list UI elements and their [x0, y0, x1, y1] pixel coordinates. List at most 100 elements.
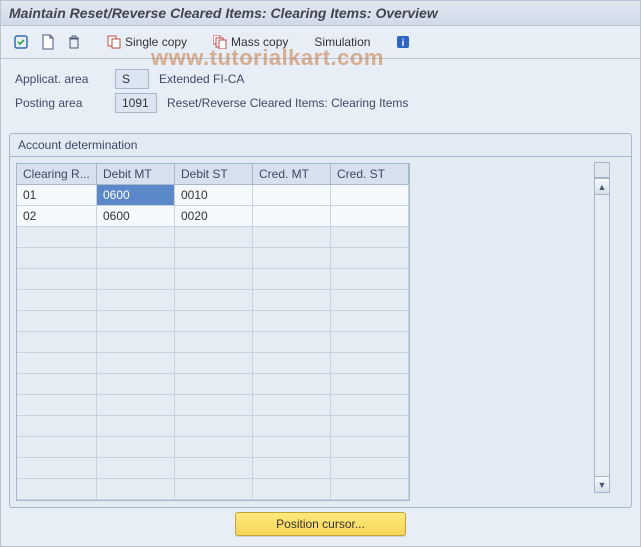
table-cell[interactable] — [17, 479, 97, 500]
table-cell[interactable] — [331, 437, 409, 458]
table-cell[interactable] — [331, 374, 409, 395]
table-cell[interactable] — [175, 227, 253, 248]
table-cell[interactable]: 0010 — [175, 185, 253, 206]
table-cell[interactable] — [253, 248, 331, 269]
table-cell[interactable] — [253, 311, 331, 332]
posting-area-field[interactable]: 1091 — [115, 93, 157, 113]
table-cell[interactable] — [17, 290, 97, 311]
table-cell[interactable] — [175, 311, 253, 332]
table-cell[interactable] — [331, 395, 409, 416]
col-cred-mt[interactable]: Cred. MT — [253, 164, 331, 185]
table-cell[interactable] — [97, 353, 175, 374]
info-icon[interactable]: i — [392, 33, 414, 51]
table-cell[interactable] — [175, 248, 253, 269]
table-cell[interactable]: 02 — [17, 206, 97, 227]
table-cell[interactable] — [331, 185, 409, 206]
table-cell[interactable] — [17, 395, 97, 416]
vertical-scrollbar[interactable]: ▲ ▼ — [594, 178, 610, 493]
table-cell[interactable] — [97, 416, 175, 437]
table-cell[interactable] — [97, 227, 175, 248]
table-cell[interactable] — [17, 269, 97, 290]
table-cell[interactable] — [17, 437, 97, 458]
table-cell[interactable] — [175, 395, 253, 416]
table-cell[interactable] — [97, 248, 175, 269]
table-cell[interactable] — [253, 374, 331, 395]
table-cell[interactable] — [253, 353, 331, 374]
table-cell[interactable] — [97, 437, 175, 458]
table-cell[interactable] — [175, 332, 253, 353]
table-cell[interactable] — [253, 290, 331, 311]
table-row[interactable] — [17, 416, 409, 437]
table-cell[interactable] — [331, 332, 409, 353]
table-row[interactable] — [17, 395, 409, 416]
table-cell[interactable] — [253, 206, 331, 227]
table-row[interactable] — [17, 248, 409, 269]
scroll-down-icon[interactable]: ▼ — [595, 476, 609, 492]
table-cell[interactable] — [97, 269, 175, 290]
table[interactable]: Clearing R... Debit MT Debit ST Cred. MT… — [16, 163, 410, 501]
position-cursor-button[interactable]: Position cursor... — [235, 512, 406, 536]
table-cell[interactable]: 0600 — [97, 185, 175, 206]
table-row[interactable] — [17, 332, 409, 353]
mass-copy-button[interactable]: Mass copy — [209, 33, 292, 51]
applicat-area-field[interactable]: S — [115, 69, 149, 89]
table-row[interactable]: 0206000020 — [17, 206, 409, 227]
table-row[interactable] — [17, 479, 409, 500]
table-cell[interactable] — [331, 311, 409, 332]
table-cell[interactable] — [17, 458, 97, 479]
table-cell[interactable] — [331, 458, 409, 479]
table-cell[interactable] — [97, 374, 175, 395]
table-cell[interactable] — [331, 227, 409, 248]
table-cell[interactable]: 0020 — [175, 206, 253, 227]
simulation-button[interactable]: Simulation — [310, 33, 374, 51]
table-cell[interactable] — [17, 416, 97, 437]
table-cell[interactable] — [97, 332, 175, 353]
table-row[interactable] — [17, 227, 409, 248]
table-cell[interactable] — [253, 269, 331, 290]
table-cell[interactable] — [17, 353, 97, 374]
table-cell[interactable] — [175, 374, 253, 395]
table-cell[interactable] — [253, 227, 331, 248]
table-cell[interactable] — [97, 458, 175, 479]
table-cell[interactable] — [253, 416, 331, 437]
table-cell[interactable] — [175, 479, 253, 500]
col-debit-st[interactable]: Debit ST — [175, 164, 253, 185]
table-cell[interactable] — [253, 185, 331, 206]
table-cell[interactable]: 0600 — [97, 206, 175, 227]
table-cell[interactable]: 01 — [17, 185, 97, 206]
table-cell[interactable] — [175, 290, 253, 311]
table-cell[interactable] — [331, 416, 409, 437]
table-row[interactable] — [17, 458, 409, 479]
table-cell[interactable] — [331, 479, 409, 500]
delete-icon[interactable] — [63, 32, 85, 52]
table-row[interactable] — [17, 353, 409, 374]
table-cell[interactable] — [17, 227, 97, 248]
col-debit-mt[interactable]: Debit MT — [97, 164, 175, 185]
table-cell[interactable] — [17, 311, 97, 332]
table-cell[interactable] — [175, 458, 253, 479]
choose-icon[interactable] — [9, 32, 33, 52]
table-cell[interactable] — [253, 458, 331, 479]
table-cell[interactable] — [331, 206, 409, 227]
table-row[interactable] — [17, 374, 409, 395]
table-cell[interactable] — [97, 311, 175, 332]
table-cell[interactable] — [253, 437, 331, 458]
table-cell[interactable] — [175, 353, 253, 374]
scroll-track[interactable] — [595, 195, 609, 476]
table-cell[interactable] — [17, 374, 97, 395]
new-icon[interactable] — [37, 32, 59, 52]
table-row[interactable] — [17, 311, 409, 332]
single-copy-button[interactable]: Single copy — [103, 33, 191, 51]
table-cell[interactable] — [97, 395, 175, 416]
table-cell[interactable] — [175, 437, 253, 458]
table-cell[interactable] — [175, 269, 253, 290]
table-cell[interactable] — [253, 479, 331, 500]
scroll-up-icon[interactable]: ▲ — [595, 179, 609, 195]
table-cell[interactable] — [17, 332, 97, 353]
table-row[interactable]: 0106000010 — [17, 185, 409, 206]
table-cell[interactable] — [175, 416, 253, 437]
table-cell[interactable] — [331, 248, 409, 269]
table-cell[interactable] — [97, 290, 175, 311]
table-cell[interactable] — [253, 395, 331, 416]
table-row[interactable] — [17, 437, 409, 458]
